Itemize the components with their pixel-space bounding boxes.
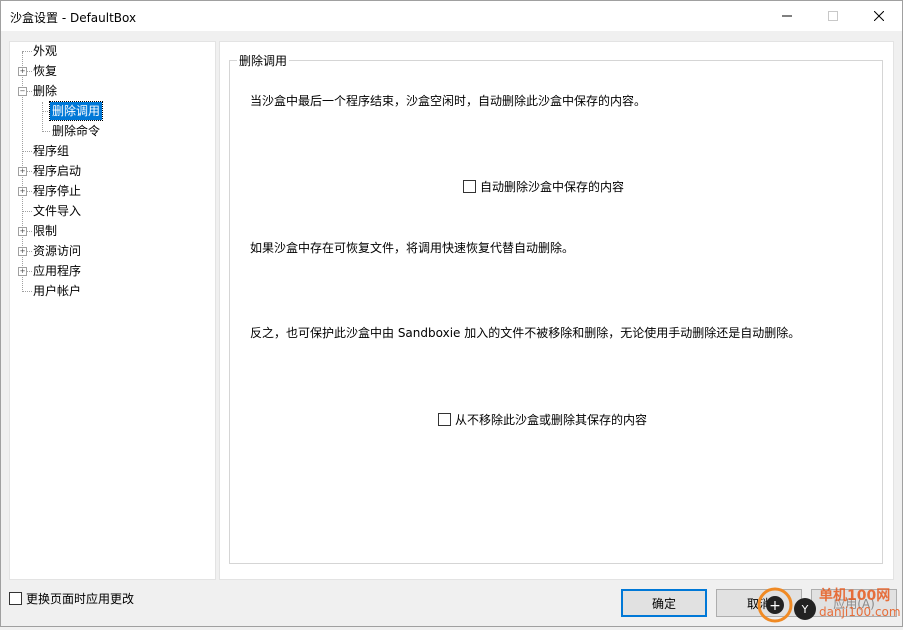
tree-item-file-import[interactable]: 文件导入 (33, 202, 81, 220)
close-button[interactable] (856, 1, 902, 31)
never-delete-checkbox[interactable]: 从不移除此沙盒或删除其保存的内容 (438, 411, 647, 428)
watermark-brand: 单机100网 (819, 588, 891, 604)
expand-icon[interactable]: + (18, 227, 27, 236)
expand-icon[interactable]: + (18, 247, 27, 256)
minimize-icon (782, 15, 792, 17)
delete-invoke-groupbox: 删除调用 当沙盒中最后一个程序结束，沙盒空闲时，自动删除此沙盒中保存的内容。 自… (229, 52, 883, 564)
tree-item-delete-command[interactable]: 删除命令 (52, 122, 100, 140)
tree-item-program-stop[interactable]: 程序停止 (33, 182, 81, 200)
expand-icon[interactable]: + (18, 267, 27, 276)
auto-delete-checkbox[interactable]: 自动删除沙盒中保存的内容 (463, 178, 624, 195)
svg-text:Y: Y (801, 603, 809, 616)
collapse-icon[interactable]: − (18, 87, 27, 96)
tree-item-restrictions[interactable]: 限制 (33, 222, 57, 240)
auto-delete-label: 自动删除沙盒中保存的内容 (480, 180, 625, 194)
title-bar: 沙盒设置 - DefaultBox (1, 1, 902, 31)
maximize-icon (828, 11, 838, 21)
auto-delete-description: 当沙盒中最后一个程序结束，沙盒空闲时，自动删除此沙盒中保存的内容。 (250, 94, 647, 108)
settings-panel: 删除调用 当沙盒中最后一个程序结束，沙盒空闲时，自动删除此沙盒中保存的内容。 自… (219, 41, 894, 580)
tree-item-program-start[interactable]: 程序启动 (33, 162, 81, 180)
minimize-button[interactable] (764, 1, 810, 31)
tree-item-program-groups[interactable]: 程序组 (33, 142, 69, 160)
window-title: 沙盒设置 - DefaultBox (10, 11, 137, 25)
never-delete-label: 从不移除此沙盒或删除其保存的内容 (455, 413, 648, 427)
maximize-button[interactable] (810, 1, 856, 31)
checkbox-icon[interactable] (463, 180, 476, 193)
close-icon (874, 11, 884, 21)
tree-item-recovery[interactable]: 恢复 (33, 62, 57, 80)
quick-recovery-description: 如果沙盒中存在可恢复文件，将调用快速恢复代替自动删除。 (250, 241, 575, 255)
settings-window: 沙盒设置 - DefaultBox 外观 + 恢复 − 删除 删除调用 删除命令… (0, 0, 903, 627)
apply-on-page-change-label: 更换页面时应用更改 (26, 592, 135, 606)
protect-description: 反之，也可保护此沙盒中由 Sandboxie 加入的文件不被移除和删除，无论使用… (250, 326, 801, 340)
expand-icon[interactable]: + (18, 67, 27, 76)
checkbox-icon[interactable] (438, 413, 451, 426)
expand-icon[interactable]: + (18, 167, 27, 176)
group-title: 删除调用 (237, 52, 290, 69)
checkbox-icon[interactable] (9, 592, 22, 605)
tree-item-delete-invoke[interactable]: 删除调用 (48, 101, 104, 121)
svg-text:+: + (769, 598, 781, 614)
tree-item-delete[interactable]: 删除 (33, 82, 57, 100)
tree-item-resource-access[interactable]: 资源访问 (33, 242, 81, 260)
settings-tree: 外观 + 恢复 − 删除 删除调用 删除命令 程序组 + 程序启动 + 程序停止… (9, 41, 216, 580)
watermark-url: danji100.com (819, 605, 901, 619)
tree-item-applications[interactable]: 应用程序 (33, 262, 81, 280)
expand-icon[interactable]: + (18, 187, 27, 196)
tree-item-appearance[interactable]: 外观 (33, 42, 57, 60)
apply-on-page-change-checkbox[interactable]: 更换页面时应用更改 (9, 590, 134, 607)
site-watermark: + Y 单机100网 danji100.com (753, 579, 903, 627)
tree-item-user-accounts[interactable]: 用户帐户 (33, 282, 81, 300)
tree-child-guide-line (42, 102, 43, 130)
ok-button[interactable]: 确定 (621, 589, 707, 617)
